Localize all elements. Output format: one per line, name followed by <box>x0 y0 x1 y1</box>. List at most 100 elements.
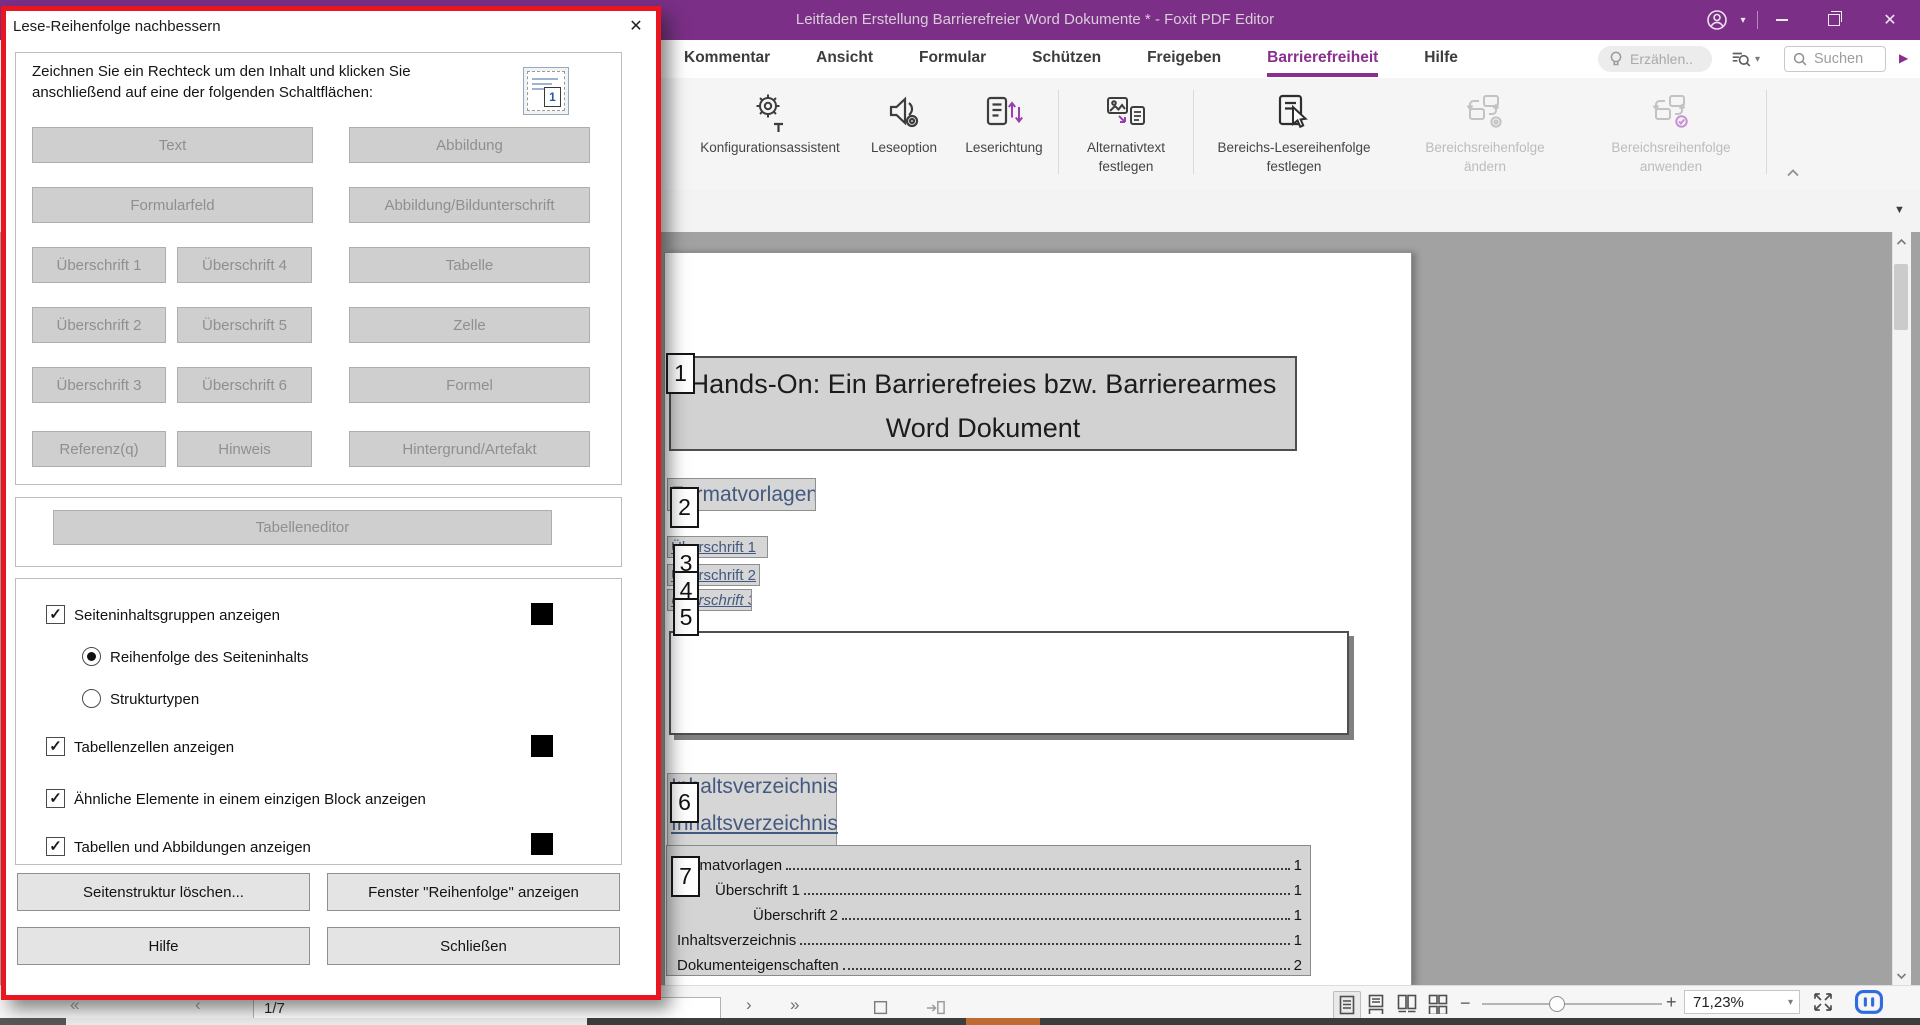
color-swatch-table-cells[interactable] <box>531 735 553 757</box>
document-title-line1: Hands-On: Ein Barrierefreies bzw. Barrie… <box>671 362 1295 406</box>
zelle-button[interactable]: Zelle <box>349 307 590 343</box>
search-filter-button[interactable]: ▾ <box>1730 48 1760 70</box>
fit-fullscreen-icon[interactable] <box>1812 991 1834 1013</box>
alt-text-button[interactable]: Alternativtext festlegen <box>1061 78 1191 190</box>
reading-order-label-1: 1 <box>666 353 695 394</box>
referenz-button[interactable]: Referenz(q) <box>32 431 166 467</box>
ueberschrift-4-button[interactable]: Überschrift 4 <box>177 247 312 283</box>
layout-continuous-button[interactable] <box>1366 994 1386 1014</box>
checkbox-seiteninhaltsgruppen[interactable]: ✓ <box>46 605 65 624</box>
ribbon-divider <box>1766 90 1767 174</box>
account-icon <box>1705 8 1729 32</box>
close-dialog-button[interactable]: Schließen <box>327 927 620 965</box>
scroll-down-icon[interactable] <box>1896 972 1907 980</box>
ribbon-collapse-icon[interactable] <box>1786 168 1800 178</box>
ribbon-divider <box>1058 90 1059 174</box>
search-input[interactable]: Suchen <box>1784 46 1886 72</box>
layout-single-page-button[interactable] <box>1333 991 1361 1019</box>
region-reading-order-button[interactable]: Bereichs-Lesereihenfolge festlegen <box>1196 78 1392 190</box>
pdf-page: Hands-On: Ein Barrierefreies bzw. Barrie… <box>664 252 1412 985</box>
ribbon-label: Alternativtext <box>1087 140 1165 155</box>
color-swatch-page-groups[interactable] <box>531 603 553 625</box>
ueberschrift-1-button[interactable]: Überschrift 1 <box>32 247 166 283</box>
ueberschrift-5-button[interactable]: Überschrift 5 <box>177 307 312 343</box>
zoom-slider-track[interactable] <box>1482 1003 1662 1005</box>
ribbon-label: anwenden <box>1640 159 1702 174</box>
hinweis-button[interactable]: Hinweis <box>177 431 312 467</box>
ai-assistant-button[interactable] <box>1854 989 1884 1016</box>
tell-me-box[interactable]: Erzählen.. <box>1598 46 1712 72</box>
radio-label: Reihenfolge des Seiteninhalts <box>110 649 308 666</box>
speaker-icon <box>884 88 924 138</box>
toc-leader <box>842 918 1290 920</box>
show-order-panel-button[interactable]: Fenster "Reihenfolge" anzeigen <box>327 873 620 911</box>
ribbon-tabs: Kommentar Ansicht Formular Schützen Frei… <box>684 40 1458 78</box>
zoom-level-select[interactable]: 71,23% ▾ <box>1684 990 1800 1014</box>
text-button[interactable]: Text <box>32 127 313 163</box>
toc-leader <box>843 968 1290 970</box>
radio-label: Strukturtypen <box>110 691 199 708</box>
ribbon-label: Bereichs-Lesereihenfolge <box>1217 140 1370 155</box>
checkbox-tabellenzellen[interactable]: ✓ <box>46 737 65 756</box>
hintergrund-artefakt-button[interactable]: Hintergrund/Artefakt <box>349 431 590 467</box>
panel-collapse-icon[interactable]: ▼ <box>1894 204 1905 216</box>
tab-kommentar[interactable]: Kommentar <box>684 40 770 78</box>
reading-direction-icon <box>983 88 1025 138</box>
last-page-button[interactable]: » <box>790 995 799 1015</box>
abbildung-button[interactable]: Abbildung <box>349 127 590 163</box>
toc-text: Inhaltsverzeichnis <box>677 932 796 949</box>
close-window-button[interactable]: ✕ <box>1874 0 1906 40</box>
region-order-change-button: Bereichsreihenfolge ändern <box>1392 78 1578 190</box>
checkbox-tabellen-abbildungen[interactable]: ✓ <box>46 837 65 856</box>
account-button[interactable] <box>1700 0 1734 40</box>
zoom-in-button[interactable]: + <box>1666 992 1677 1013</box>
previous-view-icon[interactable] <box>872 999 890 1017</box>
abbildung-bildunterschrift-button[interactable]: Abbildung/Bildunterschrift <box>349 187 590 223</box>
config-assistant-button[interactable]: Konfigurationsassistent <box>684 78 856 190</box>
tab-barrierefreiheit[interactable]: Barrierefreiheit <box>1267 40 1378 78</box>
ribbon-label: Bereichsreihenfolge <box>1425 140 1544 155</box>
tab-hilfe[interactable]: Hilfe <box>1424 40 1458 78</box>
region-order-apply-button: Bereichsreihenfolge anwenden <box>1578 78 1764 190</box>
reading-direction-button[interactable]: Leserichtung <box>952 78 1056 190</box>
delete-page-structure-button[interactable]: Seitenstruktur löschen... <box>17 873 310 911</box>
layout-continuous-facing-button[interactable] <box>1428 994 1448 1014</box>
next-page-button[interactable]: › <box>746 995 752 1015</box>
formel-button[interactable]: Formel <box>349 367 590 403</box>
tab-ansicht[interactable]: Ansicht <box>816 40 873 78</box>
next-view-icon[interactable] <box>925 999 947 1017</box>
zoom-out-button[interactable]: − <box>1460 993 1471 1014</box>
structure-type-icon[interactable]: 1 <box>523 67 569 115</box>
tell-me-label: Erzählen.. <box>1630 51 1693 67</box>
formularfeld-button[interactable]: Formularfeld <box>32 187 313 223</box>
read-option-button[interactable]: Leseoption <box>856 78 952 190</box>
radio-strukturtypen[interactable] <box>82 689 101 708</box>
toc-page: 1 <box>1294 907 1302 924</box>
tabelleneditor-button[interactable]: Tabelleneditor <box>53 510 552 545</box>
ueberschrift-6-button[interactable]: Überschrift 6 <box>177 367 312 403</box>
tab-overflow-icon[interactable]: ▶ <box>1899 51 1908 65</box>
scroll-up-icon[interactable] <box>1896 238 1907 246</box>
tab-formular[interactable]: Formular <box>919 40 986 78</box>
toc-row: Formatvorlagen 1 <box>667 849 1310 874</box>
zoom-slider-knob[interactable] <box>1549 996 1565 1012</box>
scrollbar-thumb[interactable] <box>1894 264 1908 330</box>
dialog-close-button[interactable]: ✕ <box>625 16 647 38</box>
layout-facing-button[interactable] <box>1397 994 1417 1014</box>
restore-button[interactable] <box>1818 0 1850 40</box>
ueberschrift-2-button[interactable]: Überschrift 2 <box>32 307 166 343</box>
page-number-input[interactable]: 1/7 <box>253 997 721 1019</box>
minimize-button[interactable] <box>1766 0 1798 40</box>
tab-freigeben[interactable]: Freigeben <box>1147 40 1221 78</box>
account-caret-icon[interactable]: ▾ <box>1736 0 1750 40</box>
vertical-scrollbar[interactable] <box>1892 232 1911 985</box>
color-swatch-tables-figures[interactable] <box>531 833 553 855</box>
ribbon-label: Bereichsreihenfolge <box>1611 140 1730 155</box>
checkbox-aehnliche-elemente[interactable]: ✓ <box>46 789 65 808</box>
help-button[interactable]: Hilfe <box>17 927 310 965</box>
ueberschrift-3-button[interactable]: Überschrift 3 <box>32 367 166 403</box>
radio-reihenfolge-seiteninhalt[interactable] <box>82 647 101 666</box>
tabelle-button[interactable]: Tabelle <box>349 247 590 283</box>
tab-schuetzen[interactable]: Schützen <box>1032 40 1101 78</box>
checkbox-label: Tabellen und Abbildungen anzeigen <box>74 839 311 856</box>
